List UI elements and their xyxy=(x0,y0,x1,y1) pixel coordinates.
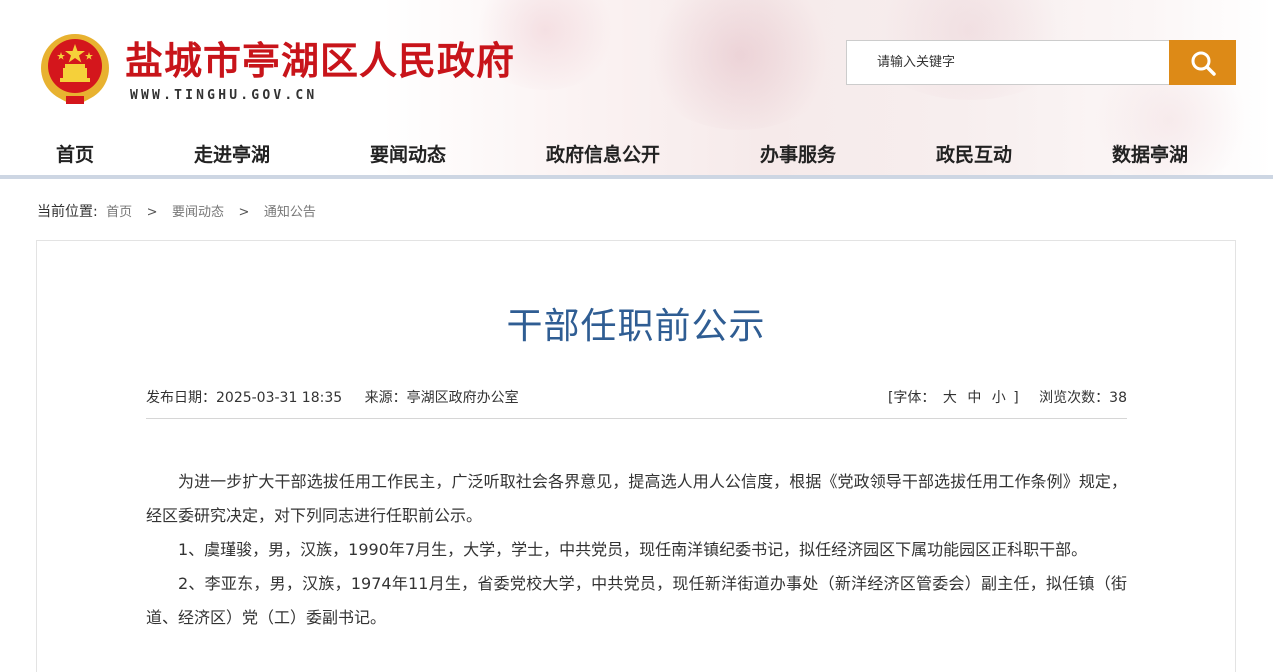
nav-item-data[interactable]: 数据亭湖 xyxy=(1112,140,1188,167)
search-box xyxy=(846,40,1170,85)
article-paragraph: 2、李亚东，男，汉族，1974年11月生，省委党校大学，中共党员，现任新洋街道办… xyxy=(146,574,1127,627)
search-input[interactable] xyxy=(847,41,1169,84)
site-title[interactable]: 盐城市亭湖区人民政府 xyxy=(125,30,515,85)
breadcrumb-item-home[interactable]: 首页 xyxy=(106,205,132,220)
search-icon xyxy=(1191,51,1216,76)
breadcrumb-item-news[interactable]: 要闻动态 xyxy=(172,205,224,220)
font-size-close: ] xyxy=(1013,390,1019,406)
article-body: 为进一步扩大干部选拔任用工作民主，广泛听取社会各界意见，提高选人用人公信度，根据… xyxy=(146,465,1127,635)
search-button[interactable] xyxy=(1169,40,1236,85)
breadcrumb-item-notices[interactable]: 通知公告 xyxy=(264,205,316,220)
view-count: 浏览次数：38 xyxy=(1039,390,1127,406)
article-meta: 发布日期：2025-03-31 18:35 来源：亭湖区政府办公室 [字体： 大… xyxy=(146,387,1127,419)
font-size-medium-button[interactable]: 中 xyxy=(967,390,981,406)
breadcrumb-separator: > xyxy=(146,205,158,220)
blossom-decoration xyxy=(640,0,840,130)
article-paragraph: 1、虞瑾骏，男，汉族，1990年7月生，大学，学士，中共党员，现任南洋镇纪委书记… xyxy=(178,540,1088,559)
nav-item-about[interactable]: 走进亭湖 xyxy=(194,140,270,167)
nav-item-gov-info[interactable]: 政府信息公开 xyxy=(546,140,660,167)
breadcrumb-separator: > xyxy=(238,205,250,220)
nav-item-home[interactable]: 首页 xyxy=(56,140,94,167)
site-header: 盐城市亭湖区人民政府 WWW.TINGHU.GOV.CN 首页 走进亭湖 要闻动… xyxy=(0,0,1273,178)
main-nav: 首页 走进亭湖 要闻动态 政府信息公开 办事服务 政民互动 数据亭湖 xyxy=(0,130,1273,174)
nav-item-news[interactable]: 要闻动态 xyxy=(370,140,446,167)
publish-date: 发布日期：2025-03-31 18:35 xyxy=(146,390,343,406)
breadcrumb: 当前位置: 首页 > 要闻动态 > 通知公告 xyxy=(37,201,316,221)
national-emblem-icon[interactable] xyxy=(36,30,114,108)
article-container: 干部任职前公示 发布日期：2025-03-31 18:35 来源：亭湖区政府办公… xyxy=(36,240,1236,672)
article-paragraph: 为进一步扩大干部选拔任用工作民主，广泛听取社会各界意见，提高选人用人公信度，根据… xyxy=(146,472,1127,525)
article-title: 干部任职前公示 xyxy=(506,306,766,347)
breadcrumb-prefix: 当前位置: xyxy=(37,204,98,220)
font-size-large-button[interactable]: 大 xyxy=(943,390,957,406)
nav-item-interaction[interactable]: 政民互动 xyxy=(936,140,1012,167)
nav-underline xyxy=(0,175,1273,179)
article-source: 来源：亭湖区政府办公室 xyxy=(364,390,519,406)
font-size-label: [字体： xyxy=(887,390,936,406)
font-size-small-button[interactable]: 小 xyxy=(992,390,1006,406)
site-url: WWW.TINGHU.GOV.CN xyxy=(130,88,318,103)
nav-item-services[interactable]: 办事服务 xyxy=(760,140,836,167)
